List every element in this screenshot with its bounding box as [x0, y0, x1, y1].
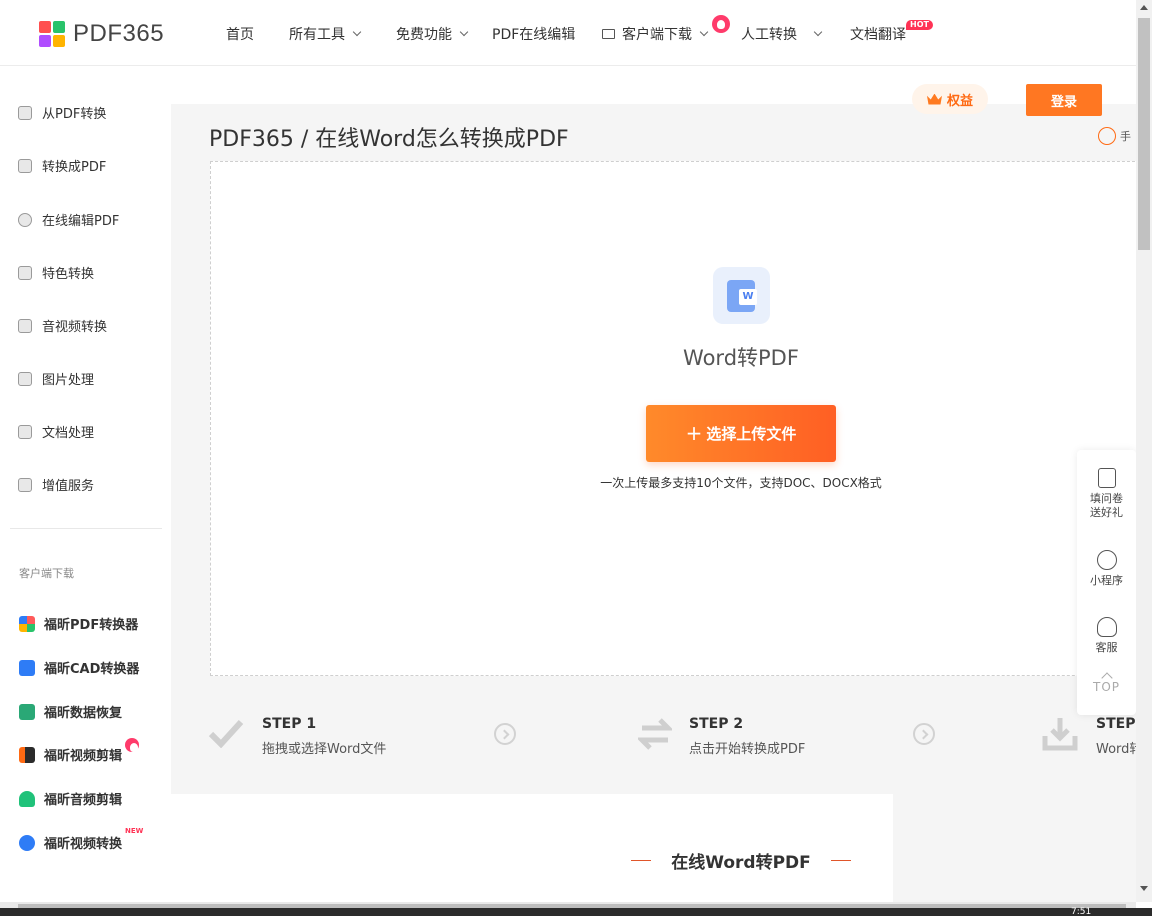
upload-hint: 一次上传最多支持10个文件，支持DOC、DOCX格式 [600, 476, 882, 490]
sidebar: 从PDF转换 转换成PDF 在线编辑PDF 特色转换 音视频转换 图片处理 文档… [0, 66, 171, 902]
nav-doc-translate[interactable]: 文档翻译 [850, 24, 906, 44]
step-arrow-icon [913, 723, 935, 745]
benefits-button[interactable]: 权益 [912, 84, 988, 114]
download-data-recovery[interactable]: 福昕数据恢复 [19, 702, 122, 721]
sidebar-item-document[interactable]: 文档处理 [18, 422, 94, 441]
download-video-editor[interactable]: 福昕视频剪辑 [19, 745, 122, 764]
survey-icon [1097, 468, 1116, 488]
sidebar-item-special[interactable]: 特色转换 [18, 263, 94, 282]
logo-text: PDF365 [73, 20, 165, 47]
logo[interactable]: PDF365 [39, 20, 164, 48]
crown-icon [926, 93, 942, 105]
step-title: STEP 1 [262, 716, 317, 732]
scroll-up-arrow-icon[interactable] [1140, 5, 1148, 10]
sidebar-item-av[interactable]: 音视频转换 [18, 316, 107, 335]
star-icon [18, 265, 32, 280]
top-header: PDF365 首页 所有工具 免费功能 PDF在线编辑 客户端下载 人工转换 文… [0, 0, 1136, 66]
new-badge: NEW [125, 827, 144, 835]
user-bar [171, 66, 1136, 104]
download-monitor-icon [602, 29, 615, 39]
phone-icon [1098, 127, 1116, 145]
mobile-link[interactable]: 手 [1098, 127, 1131, 145]
hot-flame-icon [712, 15, 730, 33]
step-title: STEP [1096, 716, 1136, 732]
step-title: STEP 2 [689, 716, 744, 732]
section-title: 在线Word转PDF [631, 848, 851, 873]
sidebar-item-edit-pdf[interactable]: 在线编辑PDF [18, 210, 119, 229]
mini-program-button[interactable]: 小程序 [1077, 550, 1136, 588]
audio-editor-icon [19, 790, 35, 807]
sidebar-item-to-pdf[interactable]: 转换成PDF [18, 156, 106, 175]
service-icon [18, 477, 32, 492]
login-button[interactable]: 登录 [1026, 84, 1102, 116]
video-icon [18, 318, 32, 333]
download-video-converter[interactable]: 福昕视频转换 [19, 833, 122, 852]
chevron-down-icon [813, 27, 823, 37]
download-caption: 客户端下载 [19, 567, 74, 580]
data-recovery-icon [19, 703, 35, 720]
floating-toolbar: 填问卷 送好礼 小程序 客服 TOP [1077, 450, 1136, 715]
word-file-icon: W [713, 267, 770, 324]
pdf-converter-icon [19, 615, 35, 632]
nav-client-download[interactable]: 客户端下载 [602, 24, 709, 44]
checkmark-icon [208, 719, 244, 748]
logo-icon [39, 21, 65, 47]
vertical-scroll-thumb[interactable] [1138, 18, 1150, 250]
chevron-down-icon [459, 27, 469, 37]
sidebar-item-image[interactable]: 图片处理 [18, 369, 94, 388]
download-cad-converter[interactable]: 福昕CAD转换器 [19, 658, 139, 677]
video-converter-icon [19, 834, 35, 851]
nav-free-features[interactable]: 免费功能 [396, 24, 469, 44]
tool-title: Word转PDF [683, 346, 799, 370]
taskbar [0, 908, 1152, 916]
nav-home[interactable]: 首页 [226, 24, 254, 44]
edit-icon [18, 212, 32, 227]
nav-pdf-online-edit[interactable]: PDF在线编辑 [492, 24, 575, 44]
convert-arrows-icon [638, 718, 672, 750]
download-icon [1042, 718, 1078, 751]
video-editor-icon [19, 746, 35, 763]
back-to-top-button[interactable]: TOP [1077, 672, 1136, 694]
document-icon [18, 424, 32, 439]
survey-button[interactable]: 填问卷 送好礼 [1077, 468, 1136, 520]
cad-converter-icon [19, 659, 35, 676]
customer-service-button[interactable]: 客服 [1077, 617, 1136, 655]
hot-flame-icon [125, 738, 139, 752]
plus-icon: + [685, 420, 703, 445]
chevron-down-icon [699, 27, 709, 37]
hot-badge: HOT [906, 20, 933, 30]
sidebar-divider [10, 528, 162, 529]
nav-all-tools[interactable]: 所有工具 [289, 24, 362, 44]
mini-program-icon [1096, 550, 1117, 570]
step-desc: 点击开始转换成PDF [689, 742, 806, 757]
nav-manual-conversion[interactable]: 人工转换 [741, 24, 823, 44]
page-title: PDF365 / 在线Word怎么转换成PDF [209, 127, 569, 152]
headset-icon [1096, 617, 1117, 637]
step-arrow-icon [494, 723, 516, 745]
sidebar-item-from-pdf[interactable]: 从PDF转换 [18, 103, 106, 122]
chevron-down-icon [352, 27, 362, 37]
upload-file-button[interactable]: + 选择上传文件 [646, 405, 836, 462]
scroll-down-arrow-icon[interactable] [1140, 886, 1148, 891]
image-icon [18, 371, 32, 386]
step-desc: 拖拽或选择Word文件 [262, 742, 387, 757]
pdf-convert-icon [18, 105, 32, 120]
download-audio-editor[interactable]: 福昕音频剪辑 [19, 789, 122, 808]
download-pdf-converter[interactable]: 福昕PDF转换器 [19, 614, 138, 633]
to-pdf-icon [18, 158, 32, 173]
sidebar-item-service[interactable]: 增值服务 [18, 475, 94, 494]
